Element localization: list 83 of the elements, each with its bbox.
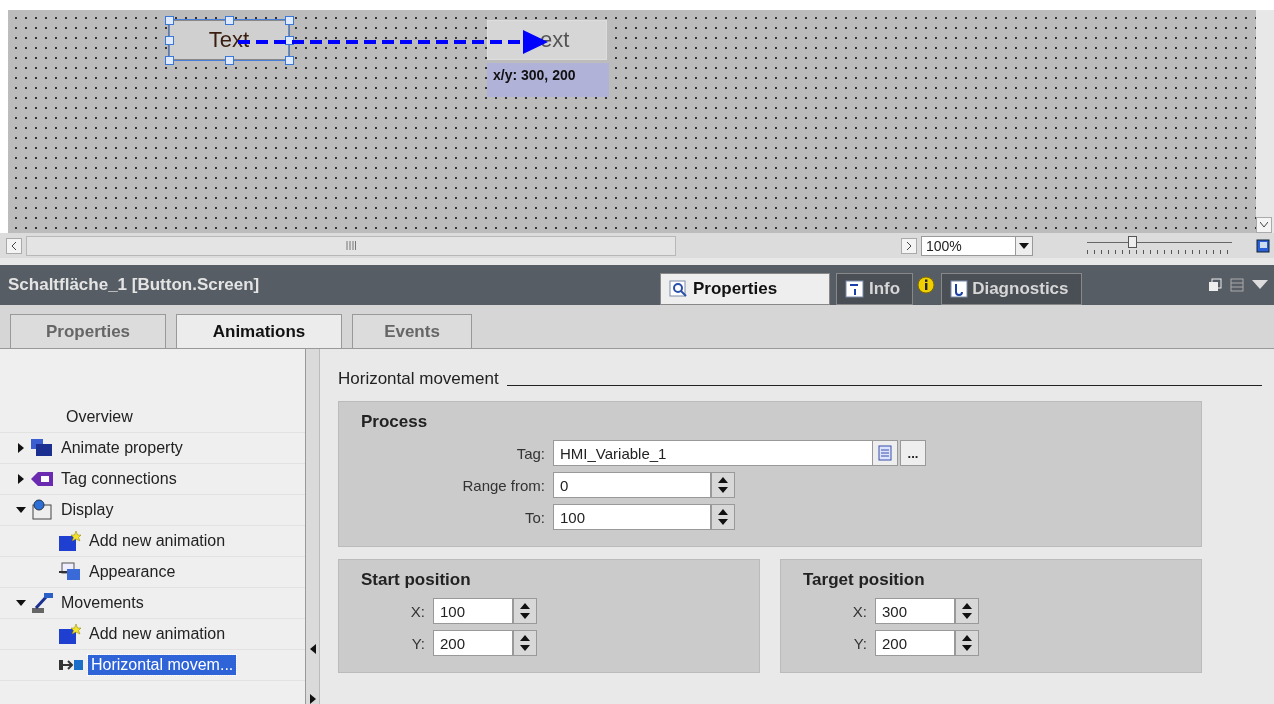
- diagnostics-icon: [950, 280, 969, 298]
- field-label: X:: [851, 602, 867, 620]
- tree-item[interactable]: Overview: [63, 407, 136, 427]
- browse-button[interactable]: ...: [900, 440, 926, 466]
- field-label: Tag:: [515, 444, 545, 462]
- dropdown-caret-icon: [1019, 242, 1029, 249]
- chevron-right-icon: [906, 241, 912, 250]
- spin-arrows-icon[interactable]: [519, 634, 531, 652]
- horizontal-move-icon: [58, 658, 84, 672]
- grip-icon: [346, 241, 356, 250]
- group-title: Process: [361, 412, 429, 432]
- position-tooltip: x/y: 300, 200: [487, 63, 609, 97]
- input-field[interactable]: 300: [875, 598, 955, 624]
- collapse-caret-icon[interactable]: [1252, 278, 1268, 290]
- field-label: X:: [409, 602, 425, 620]
- overview-window-icon[interactable]: [1256, 238, 1270, 253]
- animation-tab[interactable]: Properties: [10, 314, 166, 348]
- resize-handle[interactable]: [165, 36, 174, 45]
- expander-icon[interactable]: [16, 474, 26, 484]
- zoom-dropdown[interactable]: 100%: [921, 235, 1033, 256]
- input-field[interactable]: 200: [433, 630, 513, 656]
- scroll-thumb[interactable]: [26, 235, 676, 256]
- expander-icon[interactable]: [16, 443, 26, 453]
- add-star-icon: [58, 623, 82, 645]
- animation-tab[interactable]: Animations: [176, 314, 342, 348]
- spin-arrows-icon[interactable]: [717, 476, 729, 494]
- appearance-icon: [58, 562, 82, 582]
- tree-item[interactable]: Add new animation: [86, 531, 229, 551]
- collapse-left-icon[interactable]: [309, 644, 316, 654]
- input-field[interactable]: 200: [875, 630, 955, 656]
- tag-icon: [30, 471, 54, 487]
- movement-icon: [30, 592, 54, 614]
- tree-item[interactable]: Tag connections: [58, 469, 180, 489]
- slider-thumb[interactable]: [1127, 235, 1137, 248]
- spin-arrows-icon[interactable]: [961, 634, 973, 652]
- resize-handle[interactable]: [225, 16, 234, 25]
- float-window-icon[interactable]: [1208, 278, 1222, 292]
- tree-item[interactable]: Movements: [58, 593, 147, 613]
- info-badge-icon: [917, 276, 936, 294]
- expander-icon[interactable]: [16, 505, 26, 515]
- tree-item[interactable]: Display: [58, 500, 117, 520]
- magnifier-icon: [669, 280, 689, 298]
- spin-arrows-icon[interactable]: [961, 602, 973, 620]
- info-icon: [845, 280, 865, 298]
- tree-item[interactable]: Appearance: [86, 562, 179, 582]
- input-field[interactable]: 0: [553, 472, 711, 498]
- resize-handle[interactable]: [225, 56, 234, 65]
- resize-handle[interactable]: [165, 16, 174, 25]
- input-field[interactable]: 100: [433, 598, 513, 624]
- field-label: Range from:: [461, 476, 545, 494]
- scroll-left-button[interactable]: [6, 237, 22, 254]
- expander-icon[interactable]: [16, 598, 26, 608]
- add-star-icon: [58, 530, 82, 552]
- display-icon: [30, 499, 54, 521]
- resize-handle[interactable]: [165, 56, 174, 65]
- tree-item[interactable]: Animate property: [58, 438, 186, 458]
- field-label: To:: [524, 508, 545, 526]
- resize-handle[interactable]: [285, 16, 294, 25]
- object-title: Schaltfläche_1 [Button.Screen]: [8, 275, 261, 295]
- field-label: Y:: [852, 634, 867, 652]
- scroll-right-button[interactable]: [901, 237, 917, 254]
- input-field[interactable]: 100: [553, 504, 711, 530]
- resize-handle[interactable]: [285, 36, 294, 45]
- tree-item[interactable]: Add new animation: [86, 624, 229, 644]
- list-icon: [878, 445, 892, 461]
- stacked-squares-icon: [30, 438, 54, 458]
- chevron-left-icon: [11, 241, 17, 250]
- scroll-down-button[interactable]: [1256, 217, 1272, 233]
- spin-arrows-icon[interactable]: [519, 602, 531, 620]
- expand-right-icon[interactable]: [309, 694, 316, 704]
- resize-handle[interactable]: [285, 56, 294, 65]
- chevron-down-icon: [1260, 222, 1268, 228]
- section-title: Horizontal movement: [338, 369, 499, 389]
- field-label: Y:: [410, 634, 425, 652]
- spin-arrows-icon[interactable]: [717, 508, 729, 526]
- group-title: Target position: [803, 570, 926, 590]
- inspector-tab[interactable]: Info: [836, 273, 914, 305]
- inspector-tab[interactable]: Properties: [660, 273, 830, 305]
- input-field[interactable]: HMI_Variable_1: [553, 440, 875, 466]
- group-title: Start position: [361, 570, 472, 590]
- animation-tab[interactable]: Events: [352, 314, 472, 348]
- inspector-tab[interactable]: Diagnostics: [941, 273, 1082, 305]
- tree-item[interactable]: Horizontal movem...: [88, 655, 237, 675]
